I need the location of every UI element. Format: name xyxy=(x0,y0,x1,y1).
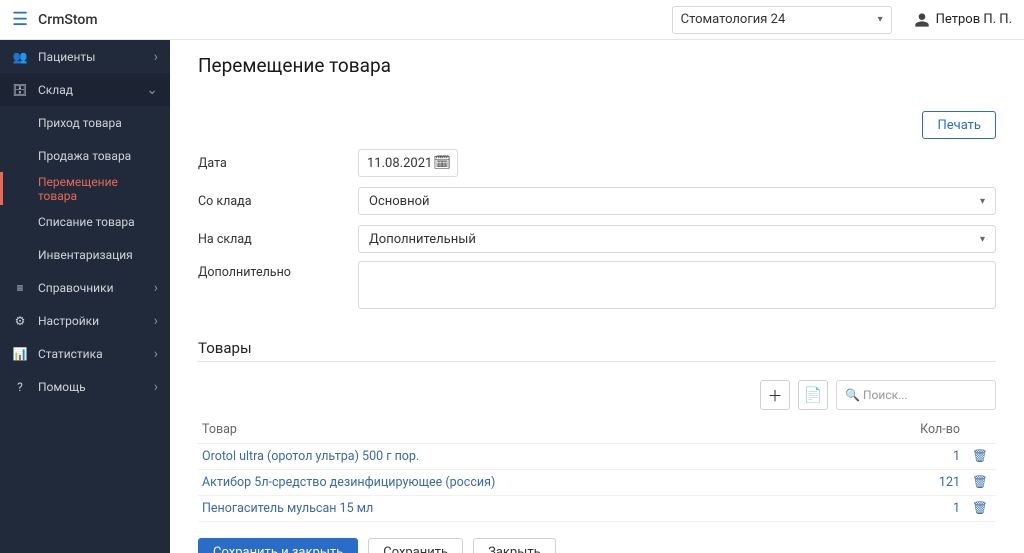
table-row: Актибор 5л-средство дезинфицирующее (рос… xyxy=(198,470,996,496)
chevron-down-icon: ▾ xyxy=(878,14,883,25)
sidebar-item-transfer[interactable]: Перемещение товара xyxy=(38,172,170,205)
goods-search-input[interactable]: 🔍 Поиск... xyxy=(836,380,996,410)
user-menu[interactable]: Петров П. П. xyxy=(914,12,1012,28)
sidebar-warehouse-submenu: Приход товара Продажа товара Перемещение… xyxy=(0,106,170,271)
sidebar-item-statistics[interactable]: 📊 Статистика › xyxy=(0,337,170,370)
chevron-down-icon: ⌄ xyxy=(146,82,158,98)
close-button[interactable]: Закрыть xyxy=(473,538,556,553)
save-button[interactable]: Сохранить xyxy=(368,538,463,553)
user-icon xyxy=(914,12,930,28)
chevron-right-icon: › xyxy=(154,379,158,395)
search-icon: 🔍 xyxy=(845,388,860,402)
trash-icon: 🗑 xyxy=(972,475,988,490)
help-icon: ? xyxy=(12,380,28,394)
sidebar-item-inventory[interactable]: Инвентаризация xyxy=(38,238,170,271)
delete-row-button[interactable]: 🗑 xyxy=(964,496,996,522)
sidebar-item-sale[interactable]: Продажа товара xyxy=(38,139,170,172)
sidebar-item-directories[interactable]: ≡ Справочники › xyxy=(0,271,170,304)
user-name: Петров П. П. xyxy=(936,12,1012,27)
trash-icon: 🗑 xyxy=(972,501,988,516)
extra-label: Дополнительно xyxy=(198,261,358,280)
goods-section-title: Товары xyxy=(198,339,996,357)
table-row: Пеногаситель мульсан 15 мл 1 🗑 xyxy=(198,496,996,522)
sidebar-item-patients[interactable]: 👥 Пациенты › xyxy=(0,40,170,73)
warehouse-icon: 🗄 xyxy=(12,83,28,97)
list-icon: ≡ xyxy=(12,281,28,295)
sidebar-item-warehouse[interactable]: 🗄 Склад ⌄ xyxy=(0,73,170,106)
chevron-right-icon: › xyxy=(154,49,158,65)
from-warehouse-select[interactable]: Основной ▾ xyxy=(358,187,996,215)
topbar: ☰ CrmStom Стоматология 24 ▾ Петров П. П. xyxy=(0,0,1024,40)
patients-icon: 👥 xyxy=(12,50,28,64)
sidebar-item-incoming[interactable]: Приход товара xyxy=(38,106,170,139)
table-row: Orotol ultra (оротол ультра) 500 г пор. … xyxy=(198,444,996,470)
goods-qty[interactable]: 121 xyxy=(894,470,964,496)
col-qty: Кол-во xyxy=(894,416,964,444)
date-label: Дата xyxy=(198,156,358,171)
menu-toggle-icon[interactable]: ☰ xyxy=(12,9,28,30)
date-input[interactable]: 11.08.2021 🗓 xyxy=(358,149,458,177)
trash-icon: 🗑 xyxy=(972,449,988,464)
calendar-icon: 🗓 xyxy=(433,155,451,171)
sidebar-item-writeoff[interactable]: Списание товара xyxy=(38,205,170,238)
delete-row-button[interactable]: 🗑 xyxy=(964,470,996,496)
goods-name-link[interactable]: Orotol ultra (оротол ультра) 500 г пор. xyxy=(198,444,894,470)
extra-textarea[interactable] xyxy=(358,261,996,309)
goods-qty[interactable]: 1 xyxy=(894,496,964,522)
sidebar-item-settings[interactable]: ⚙ Настройки › xyxy=(0,304,170,337)
clinic-select-value: Стоматология 24 xyxy=(681,12,786,27)
goods-qty[interactable]: 1 xyxy=(894,444,964,470)
clinic-select[interactable]: Стоматология 24 ▾ xyxy=(672,6,892,34)
brand: CrmStom xyxy=(38,12,97,28)
to-warehouse-label: На склад xyxy=(198,232,358,247)
print-button[interactable]: Печать xyxy=(922,111,996,139)
plus-icon: ＋ xyxy=(767,385,782,406)
chevron-right-icon: › xyxy=(154,280,158,296)
file-plus-icon: 📄 xyxy=(804,386,823,404)
save-close-button[interactable]: Сохранить и закрыть xyxy=(198,538,358,553)
sidebar: 👥 Пациенты › 🗄 Склад ⌄ Приход товара Про… xyxy=(0,40,170,553)
col-name: Товар xyxy=(198,416,894,444)
goods-name-link[interactable]: Актибор 5л-средство дезинфицирующее (рос… xyxy=(198,470,894,496)
delete-row-button[interactable]: 🗑 xyxy=(964,444,996,470)
import-file-button[interactable]: 📄 xyxy=(798,380,828,410)
chevron-down-icon: ▾ xyxy=(980,234,985,245)
gear-icon: ⚙ xyxy=(12,314,28,328)
goods-name-link[interactable]: Пеногаситель мульсан 15 мл xyxy=(198,496,894,522)
chart-icon: 📊 xyxy=(12,347,28,361)
goods-table: Товар Кол-во Orotol ultra (оротол ультра… xyxy=(198,416,996,522)
to-warehouse-select[interactable]: Дополнительный ▾ xyxy=(358,225,996,253)
chevron-right-icon: › xyxy=(154,313,158,329)
main-content: Перемещение товара Печать Дата 11.08.202… xyxy=(170,40,1024,553)
add-item-button[interactable]: ＋ xyxy=(760,380,790,410)
from-warehouse-label: Со клада xyxy=(198,194,358,209)
sidebar-item-help[interactable]: ? Помощь › xyxy=(0,370,170,403)
chevron-right-icon: › xyxy=(154,346,158,362)
page-title: Перемещение товара xyxy=(198,54,996,77)
chevron-down-icon: ▾ xyxy=(980,196,985,207)
